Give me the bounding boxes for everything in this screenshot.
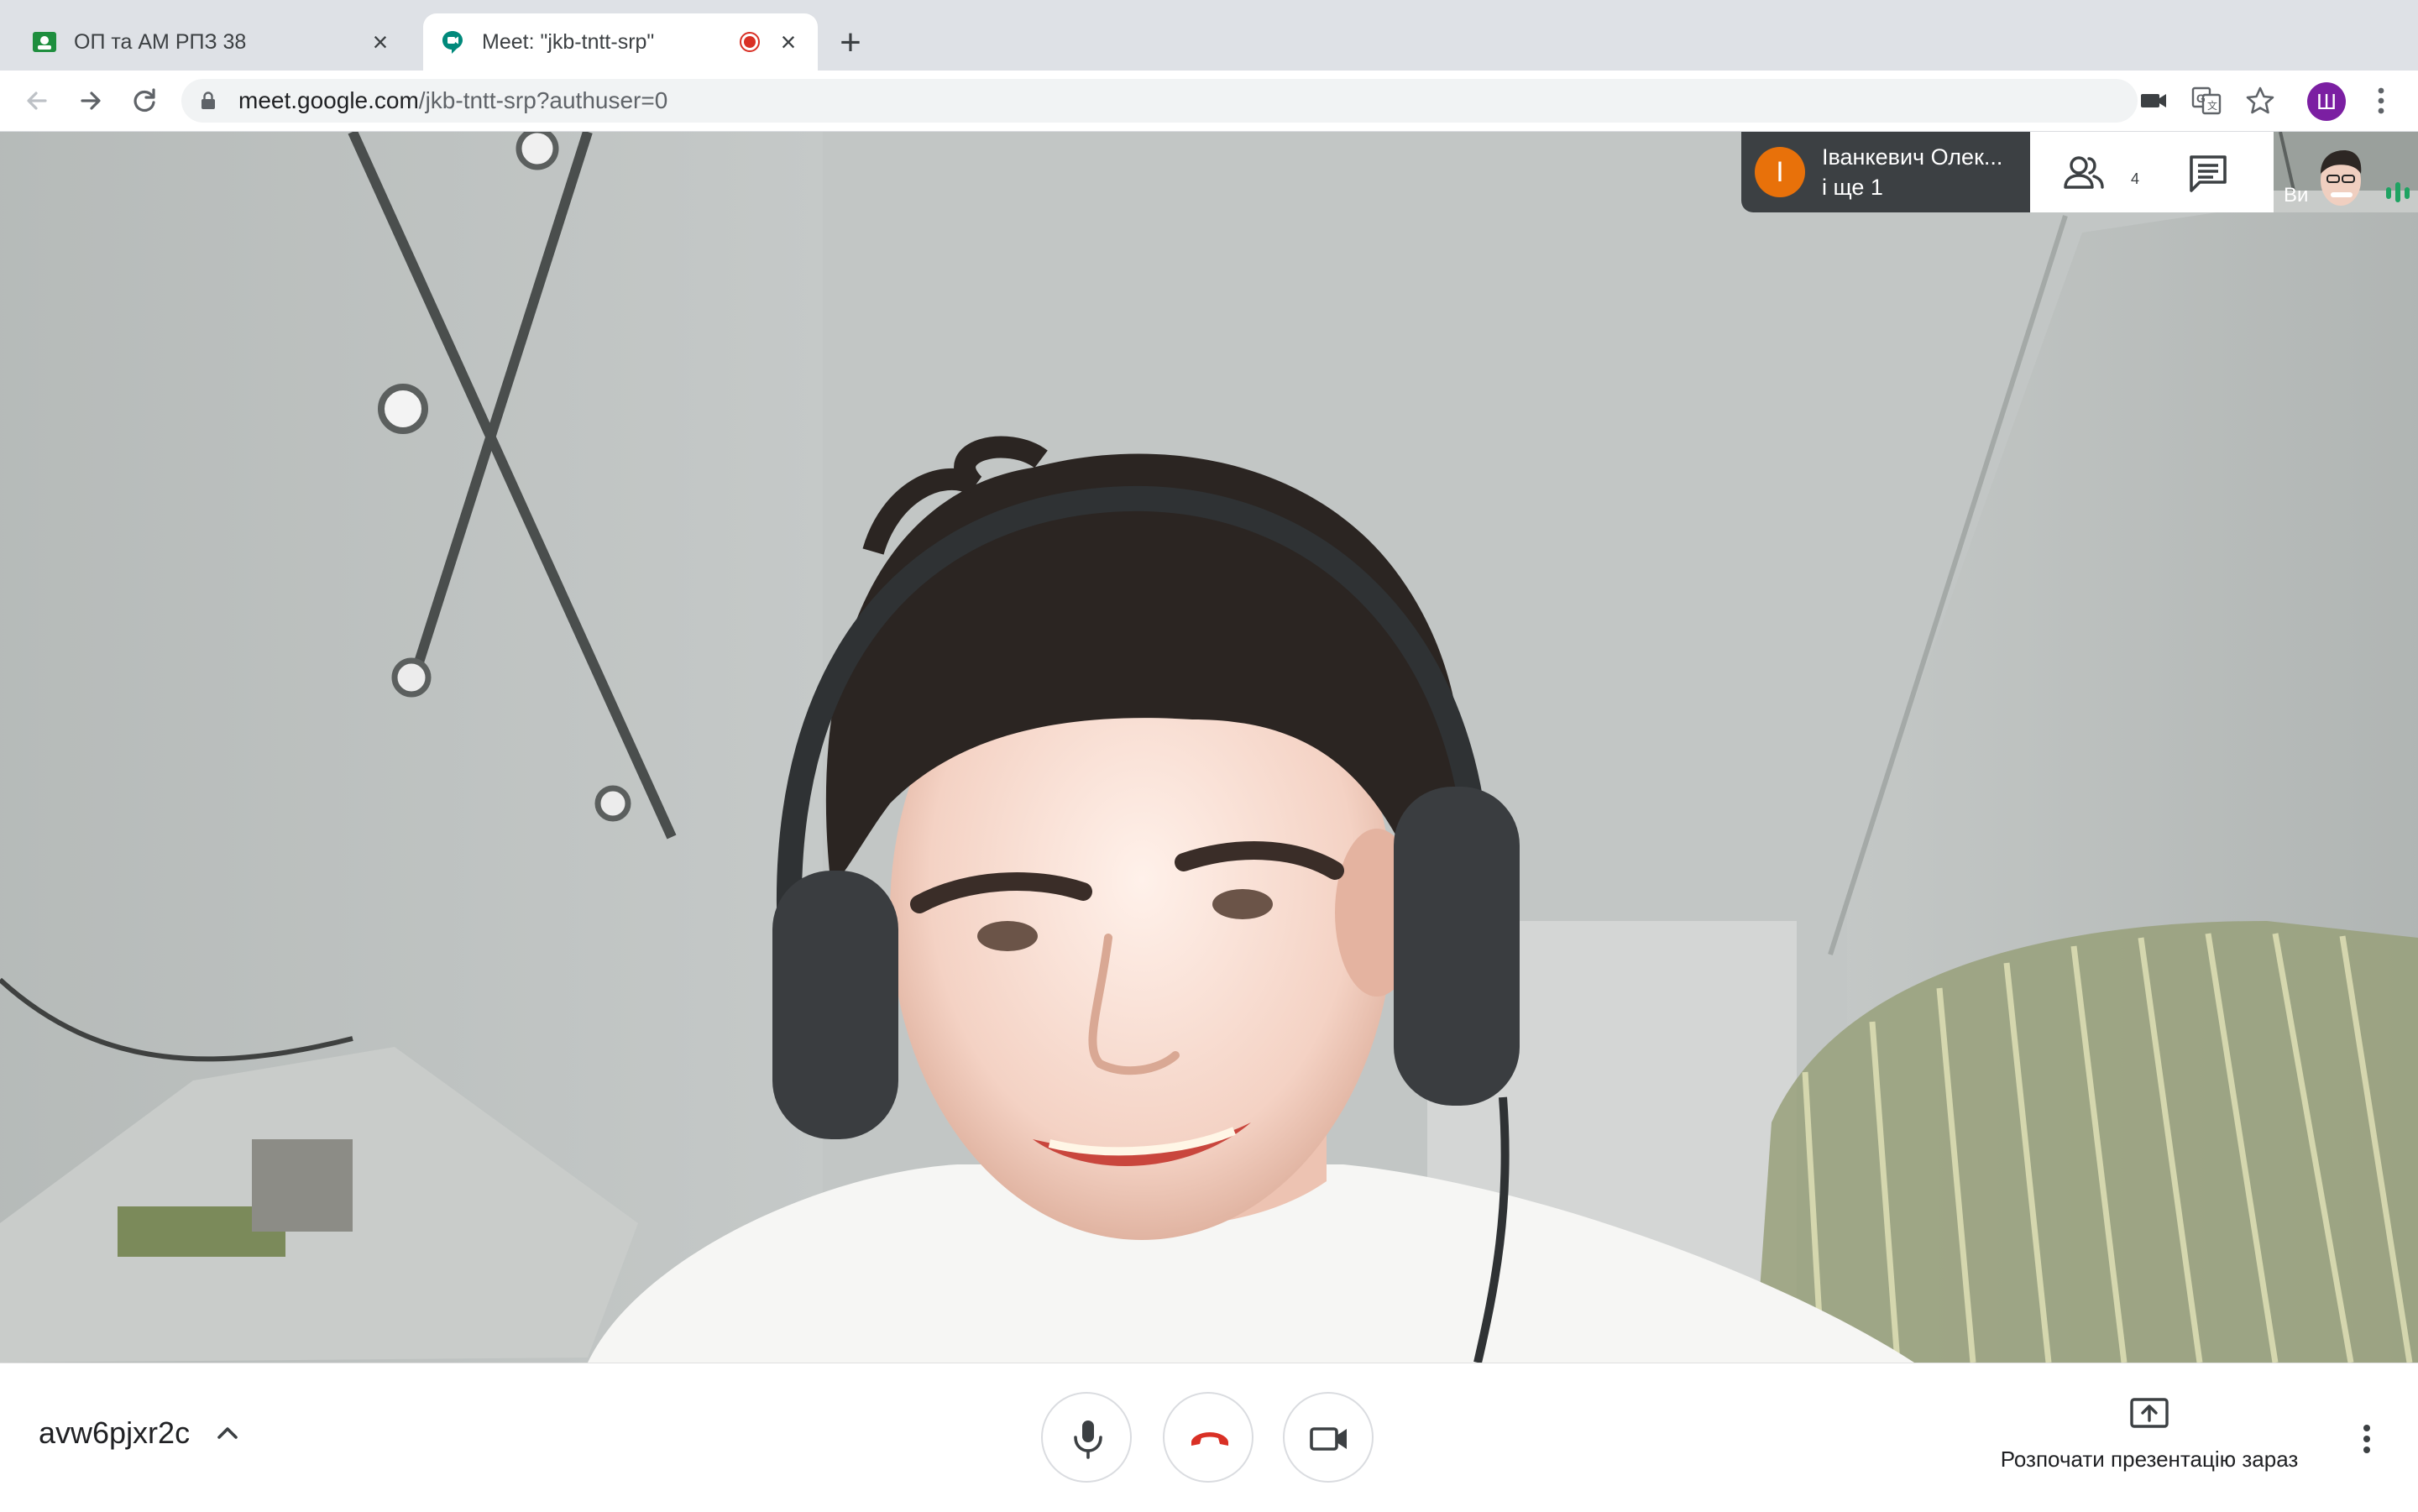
- microphone-button[interactable]: [1041, 1392, 1132, 1483]
- participant-more: і ще 1: [1822, 175, 1883, 200]
- main-video-feed: [0, 132, 2418, 1363]
- hang-up-button[interactable]: [1163, 1392, 1253, 1483]
- classroom-icon: [32, 29, 57, 55]
- chat-button[interactable]: [2183, 150, 2233, 196]
- people-button[interactable]: 4: [2060, 150, 2139, 196]
- url-text: meet.google.com/jkb-tntt-srp?authuser=0: [238, 87, 667, 114]
- lock-icon[interactable]: [198, 91, 218, 111]
- translate-icon[interactable]: G文: [2190, 84, 2223, 118]
- chat-icon: [2190, 155, 2227, 192]
- participant-names: Іванкевич Олек... і ще 1: [1822, 142, 2023, 202]
- participant-chip[interactable]: I Іванкевич Олек... і ще 1: [1741, 132, 2030, 212]
- reload-icon[interactable]: [126, 82, 163, 119]
- tab-meet[interactable]: Meet: "jkb-tntt-srp" ×: [423, 13, 818, 71]
- url-host: meet.google.com: [238, 87, 419, 113]
- participant-name: Іванкевич Олек...: [1822, 144, 2003, 170]
- address-bar[interactable]: meet.google.com/jkb-tntt-srp?authuser=0: [181, 79, 2138, 123]
- speaking-indicator-icon: [2386, 182, 2410, 202]
- present-now-button[interactable]: Розпочати презентацію зараз: [1981, 1397, 2317, 1473]
- people-count: 4: [2131, 170, 2140, 187]
- people-icon: [2064, 156, 2104, 189]
- profile-avatar[interactable]: Ш: [2307, 82, 2346, 121]
- more-options-icon[interactable]: [2354, 1420, 2379, 1457]
- meet-side-actions: 4: [2030, 132, 2274, 212]
- tab-title: ОП та АМ РПЗ 38: [74, 29, 247, 54]
- recording-indicator-icon: [739, 31, 761, 53]
- tab-title: Meet: "jkb-tntt-srp": [482, 29, 655, 54]
- participant-avatar: I: [1755, 147, 1805, 197]
- self-view-thumbnail[interactable]: Ви: [2274, 132, 2418, 212]
- svg-text:G: G: [2196, 92, 2206, 105]
- new-tab-button[interactable]: +: [831, 24, 870, 62]
- present-screen-icon: [2130, 1398, 2169, 1428]
- close-tab-icon[interactable]: ×: [368, 29, 393, 55]
- tab-classroom[interactable]: ОП та АМ РПЗ 38 ×: [15, 13, 410, 71]
- url-path: /jkb-tntt-srp?authuser=0: [418, 87, 668, 113]
- browser-toolbar: meet.google.com/jkb-tntt-srp?authuser=0 …: [0, 71, 2418, 132]
- chevron-up-icon[interactable]: [213, 1419, 242, 1447]
- browser-menu-icon[interactable]: [2364, 82, 2398, 119]
- present-label: Розпочати презентацію зараз: [2000, 1447, 2299, 1472]
- camera-button[interactable]: [1283, 1392, 1374, 1483]
- meeting-code[interactable]: avw6pjxr2c: [39, 1415, 190, 1451]
- svg-text:文: 文: [2207, 99, 2217, 112]
- video-camera-icon: [1310, 1427, 1347, 1451]
- participant-video-illustration: [0, 132, 2418, 1363]
- close-tab-icon[interactable]: ×: [776, 29, 801, 55]
- hang-up-icon: [1191, 1432, 1228, 1446]
- forward-arrow-icon[interactable]: [72, 82, 109, 119]
- meeting-controls-bar: avw6pjxr2c Розпочати презентацію зараз: [0, 1363, 2418, 1512]
- bookmark-star-icon[interactable]: [2243, 84, 2277, 118]
- back-arrow-icon[interactable]: [18, 82, 55, 119]
- microphone-icon: [1074, 1420, 1102, 1459]
- camera-in-use-icon[interactable]: [2138, 84, 2171, 118]
- tab-strip: ОП та АМ РПЗ 38 × Meet: "jkb-tntt-srp" ×…: [0, 0, 2418, 71]
- meet-icon: [440, 29, 465, 55]
- self-label: Ви: [2284, 184, 2309, 207]
